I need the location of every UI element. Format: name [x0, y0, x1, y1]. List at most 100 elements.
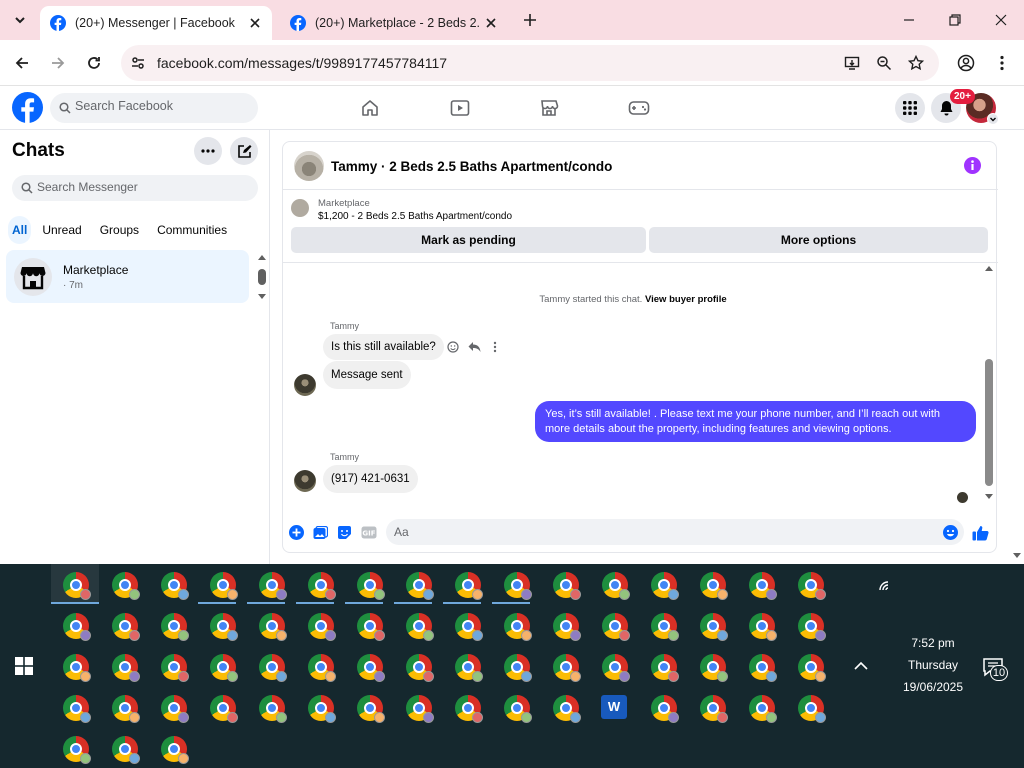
chrome-window-icon[interactable] [210, 613, 238, 641]
chrome-window-icon[interactable] [455, 654, 483, 682]
chrome-window-icon[interactable] [308, 654, 336, 682]
browser-menu-button[interactable] [990, 51, 1014, 75]
chrome-window-icon[interactable] [651, 654, 679, 682]
restore-button[interactable] [932, 0, 978, 40]
install-app-button[interactable] [843, 54, 861, 72]
new-tab-button[interactable] [518, 9, 542, 31]
filter-unread[interactable]: Unread [35, 216, 88, 244]
chrome-window-icon[interactable] [63, 736, 91, 764]
listing-price[interactable]: $1,200 - 2 Beds 2.5 Baths Apartment/cond… [318, 211, 512, 222]
chrome-window-icon[interactable] [455, 613, 483, 641]
chrome-window-icon[interactable] [357, 613, 385, 641]
sidebar-scrollbar[interactable] [256, 252, 268, 302]
chrome-window-icon[interactable] [700, 695, 728, 723]
like-button[interactable] [972, 524, 989, 541]
tab-close-button[interactable] [244, 12, 266, 34]
reply-button[interactable] [467, 340, 481, 354]
profile-button[interactable] [954, 51, 978, 75]
conversation-item-marketplace[interactable]: Marketplace · 7m [6, 250, 249, 303]
mark-as-pending-button[interactable]: Mark as pending [291, 227, 646, 253]
site-info-icon[interactable] [129, 54, 147, 72]
chrome-window-icon[interactable] [357, 572, 385, 600]
chrome-window-icon[interactable] [798, 654, 826, 682]
chrome-window-icon[interactable] [259, 654, 287, 682]
message-more-button[interactable] [488, 340, 502, 354]
chrome-window-icon[interactable] [553, 654, 581, 682]
chrome-window-icon[interactable] [161, 736, 189, 764]
chrome-window-icon[interactable] [749, 613, 777, 641]
address-bar[interactable]: facebook.com/messages/t/9989177457784117 [121, 45, 939, 81]
menu-grid-button[interactable] [895, 93, 925, 123]
chrome-window-icon[interactable] [161, 654, 189, 682]
chrome-window-icon[interactable] [63, 613, 91, 641]
filter-groups[interactable]: Groups [93, 216, 146, 244]
chrome-window-icon[interactable] [259, 572, 287, 600]
chrome-window-icon[interactable] [161, 695, 189, 723]
incoming-message[interactable]: (917) 421-0631 [323, 465, 418, 493]
listing-thumbnail-small[interactable] [291, 199, 309, 217]
gif-button[interactable]: GIF [360, 524, 377, 541]
chevron-up-icon[interactable] [853, 658, 869, 674]
tammy-avatar[interactable] [294, 470, 316, 492]
nav-video[interactable] [449, 97, 471, 119]
info-icon[interactable] [964, 157, 981, 174]
chrome-window-icon[interactable] [651, 695, 679, 723]
chrome-window-icon[interactable] [749, 572, 777, 600]
nav-gaming[interactable] [628, 97, 650, 119]
chat-options-button[interactable] [194, 137, 222, 165]
incoming-message[interactable]: Message sent [323, 361, 411, 389]
chrome-window-icon[interactable] [308, 572, 336, 600]
react-button[interactable] [446, 340, 460, 354]
close-window-button[interactable] [978, 0, 1024, 40]
chrome-window-icon[interactable] [406, 695, 434, 723]
more-actions-button[interactable] [288, 524, 305, 541]
tab-marketplace[interactable]: (20+) Marketplace - 2 Beds 2.5 [280, 6, 508, 40]
message-list-scrollbar[interactable] [983, 263, 995, 503]
chrome-window-icon[interactable] [210, 572, 238, 600]
tab-close-button[interactable] [480, 12, 502, 34]
chrome-window-icon[interactable] [553, 695, 581, 723]
chrome-window-icon[interactable] [553, 613, 581, 641]
nav-marketplace[interactable] [538, 97, 560, 119]
forward-button[interactable] [46, 51, 70, 75]
emoji-button[interactable] [942, 524, 959, 541]
nav-home[interactable] [359, 97, 381, 119]
tammy-avatar[interactable] [294, 374, 316, 396]
chrome-window-icon[interactable] [112, 654, 140, 682]
chrome-window-icon[interactable] [504, 654, 532, 682]
chrome-window-icon[interactable] [259, 695, 287, 723]
more-options-button[interactable]: More options [649, 227, 988, 253]
tab-search-dropdown-button[interactable] [8, 9, 32, 31]
chrome-window-icon[interactable] [210, 695, 238, 723]
view-buyer-profile-link[interactable]: View buyer profile [645, 294, 727, 305]
clock-time[interactable]: 7:52 pm [900, 636, 966, 650]
sticker-button[interactable] [336, 524, 353, 541]
chrome-window-icon[interactable] [406, 654, 434, 682]
incoming-message[interactable]: Is this still available? [323, 334, 444, 360]
chrome-window-icon[interactable] [406, 572, 434, 600]
chrome-window-icon[interactable] [798, 572, 826, 600]
chrome-window-icon[interactable] [504, 695, 532, 723]
conversation-title[interactable]: Tammy · 2 Beds 2.5 Baths Apartment/condo [331, 159, 612, 174]
chrome-window-icon[interactable] [749, 695, 777, 723]
url-text[interactable]: facebook.com/messages/t/9989177457784117 [157, 55, 447, 71]
word-icon[interactable]: W [601, 695, 627, 719]
chrome-window-icon[interactable] [112, 695, 140, 723]
filter-communities[interactable]: Communities [150, 216, 234, 244]
facebook-search[interactable] [50, 93, 258, 123]
chrome-window-icon[interactable] [455, 695, 483, 723]
chrome-window-icon[interactable] [259, 613, 287, 641]
chrome-window-icon[interactable] [651, 572, 679, 600]
chrome-window-icon[interactable] [602, 613, 630, 641]
zoom-button[interactable] [875, 54, 893, 72]
chrome-window-icon[interactable] [63, 695, 91, 723]
chrome-window-icon[interactable] [161, 613, 189, 641]
windows-start-icon[interactable] [14, 656, 34, 676]
chrome-window-icon[interactable] [112, 613, 140, 641]
chrome-window-icon[interactable] [210, 654, 238, 682]
profile-menu-chevron[interactable] [987, 113, 999, 125]
facebook-search-input[interactable] [75, 99, 245, 113]
back-button[interactable] [10, 51, 34, 75]
chrome-window-icon[interactable] [504, 613, 532, 641]
chrome-window-icon[interactable] [63, 572, 91, 600]
